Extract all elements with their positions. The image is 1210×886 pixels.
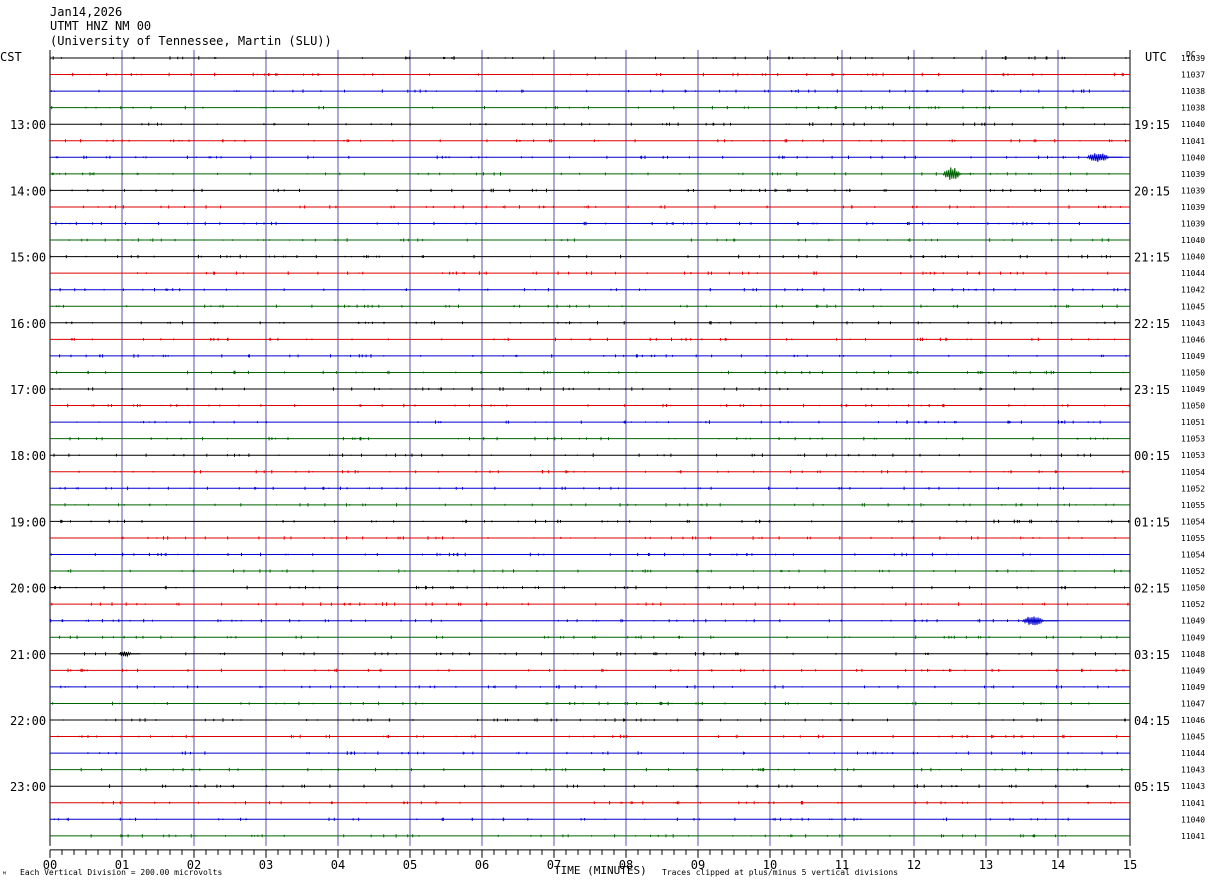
left-hour-label: 15:00 <box>10 251 46 265</box>
left-hour-label: 19:00 <box>10 515 46 529</box>
right-hour-label: 05:15 <box>1134 780 1170 794</box>
dc-offset-label: 11046 <box>1181 335 1205 344</box>
dc-offset-label: 11053 <box>1181 435 1205 444</box>
dc-offset-label: 11049 <box>1181 666 1205 675</box>
right-hour-label: 23:15 <box>1134 383 1170 397</box>
left-hour-labels: 13:00 14:00 15:00 16:00 17:00 18:00 19:00 20:00… <box>10 118 46 794</box>
dc-offset-label: 11049 <box>1181 633 1205 642</box>
dc-offset-label: 11050 <box>1181 368 1205 377</box>
dc-offset-label: 11039 <box>1181 203 1205 212</box>
right-hour-label: 00:15 <box>1134 449 1170 463</box>
header-station: UTMT HNZ NM 00 <box>50 19 151 33</box>
scale-note: Each Vertical Division = 200.00 microvol… <box>20 868 222 877</box>
dc-offset-label: 11046 <box>1181 716 1205 725</box>
x-tick-label: 15 <box>1123 858 1137 872</box>
right-hour-label: 02:15 <box>1134 582 1170 596</box>
right-hour-label: 21:15 <box>1134 251 1170 265</box>
dc-offset-label: 11041 <box>1181 137 1205 146</box>
dc-offset-label: 11045 <box>1181 302 1205 311</box>
dc-offset-label: 11050 <box>1181 584 1205 593</box>
right-hour-label: 20:15 <box>1134 184 1170 198</box>
x-tick-label: 12 <box>907 858 921 872</box>
left-hour-label: 21:00 <box>10 648 46 662</box>
dc-offset-label: 11052 <box>1181 484 1205 493</box>
dc-offset-label: 11044 <box>1181 749 1205 758</box>
x-tick-label: 03 <box>259 858 273 872</box>
dc-offset-label: 11052 <box>1181 600 1205 609</box>
x-tick-label: 04 <box>331 858 345 872</box>
left-timezone-label: CST <box>0 50 22 64</box>
right-hour-label: 19:15 <box>1134 118 1170 132</box>
dc-offset-label: 11047 <box>1181 699 1205 708</box>
seismic-events <box>118 153 1123 658</box>
dc-offset-label: 11043 <box>1181 319 1205 328</box>
x-tick-label: 06 <box>475 858 489 872</box>
clip-note: Traces clipped at plus/minus 5 vertical … <box>662 868 898 877</box>
dc-offset-label: 11045 <box>1181 733 1205 742</box>
dc-offset-label: 11051 <box>1181 418 1205 427</box>
dc-offset-label: 11039 <box>1181 186 1205 195</box>
corner-mark: ᴹ <box>2 870 7 879</box>
left-hour-label: 23:00 <box>10 780 46 794</box>
dc-offset-label: 11055 <box>1181 534 1205 543</box>
header-date: Jan14,2026 <box>50 5 122 19</box>
x-tick-label: 13 <box>979 858 993 872</box>
event-waveform <box>1021 616 1058 626</box>
dc-offset-label: 11052 <box>1181 567 1205 576</box>
x-tick-label: 14 <box>1051 858 1065 872</box>
dc-offset-label: 11041 <box>1181 832 1205 841</box>
dc-offset-label: 11039 <box>1181 54 1205 63</box>
dc-offset-label: 11049 <box>1181 385 1205 394</box>
left-hour-label: 22:00 <box>10 714 46 728</box>
dc-offset-label: 11039 <box>1181 170 1205 179</box>
dc-offset-labels: 11039 11037 11038 11038 11040 11041 11040 11039… <box>1181 54 1205 841</box>
dc-offset-label: 11040 <box>1181 253 1205 262</box>
left-hour-label: 16:00 <box>10 317 46 331</box>
event-waveform <box>1086 153 1123 162</box>
dc-offset-label: 11055 <box>1181 501 1205 510</box>
dc-offset-label: 11049 <box>1181 617 1205 626</box>
dc-offset-label: 11043 <box>1181 766 1205 775</box>
dc-offset-label: 11042 <box>1181 286 1205 295</box>
dc-offset-label: 11043 <box>1181 782 1205 791</box>
dc-offset-label: 11049 <box>1181 683 1205 692</box>
dc-offset-label: 11050 <box>1181 402 1205 411</box>
right-hour-label: 03:15 <box>1134 648 1170 662</box>
dc-offset-label: 11048 <box>1181 650 1205 659</box>
left-hour-label: 18:00 <box>10 449 46 463</box>
event-waveform <box>942 167 972 180</box>
x-tick-label: 05 <box>403 858 417 872</box>
dc-offset-label: 11041 <box>1181 799 1205 808</box>
dc-offset-label: 11044 <box>1181 269 1205 278</box>
dc-offset-label: 11040 <box>1181 815 1205 824</box>
dc-offset-label: 11039 <box>1181 220 1205 229</box>
right-hour-label: 22:15 <box>1134 317 1170 331</box>
right-timezone-label: UTC <box>1145 50 1167 64</box>
right-hour-label: 01:15 <box>1134 515 1170 529</box>
dc-offset-label: 11038 <box>1181 87 1205 96</box>
dc-offset-label: 11040 <box>1181 236 1205 245</box>
dc-offset-label: 11054 <box>1181 468 1205 477</box>
left-hour-label: 20:00 <box>10 582 46 596</box>
x-axis-title: TIME (MINUTES) <box>554 864 647 877</box>
dc-offset-label: 11054 <box>1181 551 1205 560</box>
dc-offset-label: 11054 <box>1181 517 1205 526</box>
right-hour-label: 04:15 <box>1134 714 1170 728</box>
header-network: (University of Tennessee, Martin (SLU)) <box>50 34 332 48</box>
dc-offset-label: 11040 <box>1181 153 1205 162</box>
left-hour-label: 14:00 <box>10 184 46 198</box>
dc-offset-label: 11040 <box>1181 120 1205 129</box>
left-hour-label: 17:00 <box>10 383 46 397</box>
dc-offset-label: 11037 <box>1181 71 1205 80</box>
left-hour-label: 13:00 <box>10 118 46 132</box>
right-hour-labels: 19:15 20:15 21:15 22:15 23:15 00:15 01:15 02:15… <box>1134 118 1170 794</box>
dc-offset-label: 11049 <box>1181 352 1205 361</box>
dc-offset-label: 11038 <box>1181 104 1205 113</box>
minute-gridlines <box>49 50 1131 846</box>
helicorder-plot: Jan14,2026 UTMT HNZ NM 00 (University of… <box>0 5 1205 879</box>
dc-offset-label: 11053 <box>1181 451 1205 460</box>
